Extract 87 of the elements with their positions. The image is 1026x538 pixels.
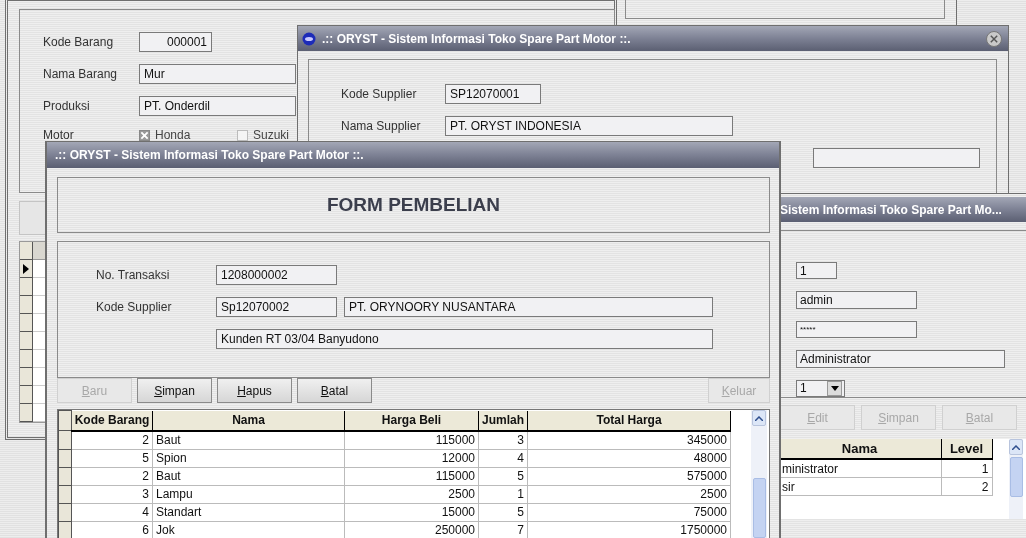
table-cell: 5	[478, 503, 528, 521]
input-field[interactable]: Mur	[139, 64, 296, 84]
row-header[interactable]	[20, 368, 33, 386]
row-header[interactable]	[20, 350, 33, 368]
dropdown-button[interactable]	[827, 380, 842, 396]
button[interactable]: Simpan	[137, 378, 212, 403]
input-field[interactable]: 1208000002	[216, 265, 337, 285]
checkbox-label: Suzuki	[253, 128, 290, 142]
column-header[interactable]	[20, 242, 33, 260]
input-field[interactable]: 000001	[139, 32, 212, 52]
close-button[interactable]	[986, 30, 1002, 47]
input-field[interactable]: Kunden RT 03/04 Banyudono	[216, 329, 713, 349]
table-cell: Lampu	[152, 485, 345, 503]
input-field[interactable]	[813, 148, 980, 168]
close-icon	[990, 34, 998, 43]
window-title: Sistem Informasi Toko Spare Part Mo...	[780, 202, 1002, 217]
button[interactable]	[19, 201, 46, 235]
field-label: Nama Supplier	[341, 119, 422, 133]
checkbox-label: Honda	[155, 128, 191, 142]
input-field[interactable]: PT. ORYNOORY NUSANTARA	[344, 297, 713, 317]
column-header[interactable]: Nama	[778, 439, 941, 459]
row-header[interactable]	[20, 260, 33, 278]
input-field[interactable]: Administrator	[796, 350, 1005, 368]
table-cell: 2500	[527, 485, 731, 503]
window-title: .:: ORYST - Sistem Informasi Toko Spare Part Motor ::.	[322, 31, 631, 46]
table-cell: 12000	[344, 449, 479, 467]
column-header[interactable]: Nama	[152, 410, 345, 431]
input-field[interactable]: SP12070001	[445, 84, 541, 104]
field-label: Nama Barang	[43, 67, 119, 81]
table-cell: Baut	[152, 467, 345, 485]
column-header[interactable]: Harga Beli	[344, 410, 479, 431]
table-cell: 5	[71, 449, 153, 467]
table-cell: 2	[941, 477, 992, 496]
table-cell: 1	[941, 459, 992, 478]
input-field[interactable]: *****	[796, 320, 917, 339]
row-header[interactable]	[20, 386, 33, 404]
table-cell: 575000	[527, 467, 731, 485]
input-field[interactable]: 1	[796, 379, 845, 398]
scrollbar[interactable]	[751, 410, 767, 538]
table-cell: 4	[71, 503, 153, 521]
field-label: No. Transaksi	[96, 268, 171, 282]
field-label: Motor	[43, 128, 75, 142]
column-header[interactable]: Jumlah	[478, 410, 528, 431]
field-label: Kode Barang	[43, 35, 115, 49]
table-cell: 15000	[344, 503, 479, 521]
table-cell: 3	[478, 430, 528, 449]
table-cell: 2	[71, 430, 153, 449]
table-cell: 1	[478, 485, 528, 503]
table-cell: Spion	[152, 449, 345, 467]
field-label: Produksi	[43, 99, 91, 113]
table-cell: 3	[71, 485, 153, 503]
table-cell: 345000	[527, 430, 731, 449]
app-icon	[302, 31, 316, 46]
row-header[interactable]	[20, 278, 33, 296]
row-header[interactable]	[20, 332, 33, 350]
column-header[interactable]: Level	[941, 439, 992, 459]
row-header[interactable]	[20, 404, 33, 422]
form-heading: FORM PEMBELIAN	[326, 194, 501, 216]
table-cell: Baut	[152, 430, 345, 449]
row-header[interactable]	[20, 296, 33, 314]
input-field[interactable]: Sp12070002	[216, 297, 337, 317]
table-cell: 48000	[527, 449, 731, 467]
input-field[interactable]: PT. ORYST INDONESIA	[445, 116, 733, 136]
row-pointer-icon	[23, 263, 29, 274]
checkbox[interactable]	[237, 129, 248, 141]
input-field[interactable]: PT. Onderdil	[139, 96, 296, 116]
field-label: Kode Supplier	[96, 300, 173, 314]
caret-icon	[830, 385, 839, 391]
table-cell: 115000	[344, 430, 479, 449]
button[interactable]: Batal	[297, 378, 372, 403]
table-cell: 2500	[344, 485, 479, 503]
window-title: .:: ORYST - Sistem Informasi Toko Spare Part Motor ::.	[55, 148, 364, 162]
column-header[interactable]: Total Harga	[527, 410, 731, 431]
input-field[interactable]: 1	[796, 262, 837, 280]
table-cell: 4	[478, 449, 528, 467]
table-cell: 5	[478, 467, 528, 485]
table-cell: 115000	[344, 467, 479, 485]
scrollbar[interactable]	[1009, 439, 1023, 519]
table-cell: 75000	[527, 503, 731, 521]
column-header[interactable]: Kode Barang	[71, 410, 153, 431]
row-header[interactable]	[20, 314, 33, 332]
table-cell: 2	[71, 467, 153, 485]
table-cell: Standart	[152, 503, 345, 521]
button[interactable]: Hapus	[217, 378, 292, 403]
checkbox[interactable]	[139, 129, 150, 141]
input-field[interactable]: admin	[796, 291, 917, 309]
field-label: Kode Supplier	[341, 87, 418, 101]
